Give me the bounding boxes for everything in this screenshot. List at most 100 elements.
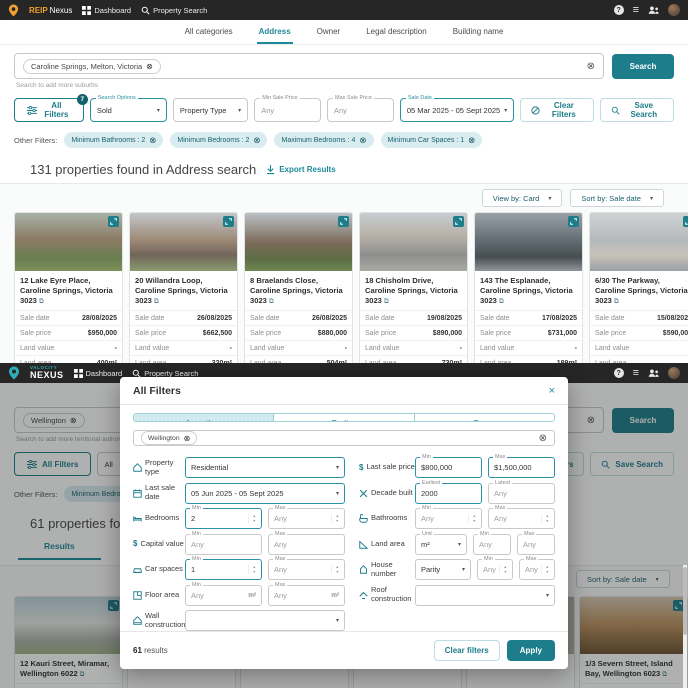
nav-property-search[interactable]: Property Search [141, 6, 207, 15]
expand-icon[interactable] [683, 216, 688, 227]
bedrooms-min-stepper[interactable]: Min 2 ▲▼ [185, 508, 262, 529]
stepper-arrows-icon[interactable]: ▲▼ [499, 565, 507, 574]
clear-search-icon[interactable]: ⊗ [587, 61, 595, 72]
expand-icon[interactable] [453, 216, 464, 227]
menu-icon[interactable]: ≡ [633, 5, 639, 16]
expand-icon[interactable] [108, 216, 119, 227]
search-options-select[interactable]: Search Options Sold ▾ [90, 98, 167, 122]
property-address[interactable]: 8 Braelands Close, Caroline Springs, Vic… [245, 271, 352, 310]
property-card[interactable]: 143 The Esplanade, Caroline Springs, Vic… [474, 212, 583, 363]
tab-location[interactable]: Location [134, 414, 273, 422]
expand-icon[interactable] [223, 216, 234, 227]
house-number-parity-select[interactable]: Parity ▾ [415, 559, 471, 580]
external-link-icon[interactable]: ⧉ [269, 298, 274, 305]
stepper-arrows-icon[interactable]: ▲▼ [468, 514, 476, 523]
vertical-scrollbar[interactable] [683, 565, 687, 688]
property-type-select[interactable]: Property Type ▾ [173, 98, 248, 122]
expand-icon[interactable] [568, 216, 579, 227]
land-area-max-input[interactable]: Max Any [517, 534, 555, 555]
remove-chip-icon[interactable]: ⊗ [468, 135, 475, 146]
external-link-icon[interactable]: ⧉ [614, 298, 619, 305]
user-avatar[interactable] [668, 4, 680, 16]
max-sale-price-input[interactable]: Max Sale Price Any [327, 98, 394, 122]
help-icon[interactable]: ? [614, 5, 624, 15]
roof-construction-select[interactable]: ▾ [415, 585, 555, 606]
expand-icon[interactable] [338, 216, 349, 227]
apply-button[interactable]: Apply [507, 640, 555, 661]
stepper-arrows-icon[interactable]: ▲▼ [331, 565, 339, 574]
help-icon[interactable]: ? [614, 368, 624, 378]
land-area-min-input[interactable]: Min Any [473, 534, 511, 555]
floor-area-max-input[interactable]: Max Any m² [268, 585, 345, 606]
external-link-icon[interactable]: ⧉ [154, 298, 159, 305]
close-icon[interactable]: × [549, 386, 555, 397]
bathrooms-min-stepper[interactable]: Min Any ▲▼ [415, 508, 482, 529]
nav-dashboard[interactable]: Dashboard [74, 369, 123, 378]
house-number-min-stepper[interactable]: Min Any ▲▼ [477, 559, 513, 580]
save-search-button[interactable]: Save Search [600, 98, 674, 122]
bedrooms-max-stepper[interactable]: Max Any ▲▼ [268, 508, 345, 529]
tab-legal-description[interactable]: Legal description [364, 27, 428, 44]
car-spaces-min-stepper[interactable]: Min 1 ▲▼ [185, 559, 262, 580]
stepper-arrows-icon[interactable]: ▲▼ [248, 514, 256, 523]
decade-built-earliest-input[interactable]: Earliest 2000 [415, 483, 482, 504]
sale-date-select[interactable]: Sale Date 05 Mar 2025 - 05 Sept 2025 ▾ [400, 98, 514, 122]
tab-all-categories[interactable]: All categories [183, 27, 235, 44]
wall-construction-select[interactable]: ▾ [185, 610, 345, 631]
filter-chip[interactable]: Minimum Car Spaces : 1 ⊗ [381, 132, 483, 148]
car-spaces-max-stepper[interactable]: Max Any ▲▼ [268, 559, 345, 580]
property-card[interactable]: 18 Chisholm Drive, Caroline Springs, Vic… [359, 212, 468, 363]
tab-zones[interactable]: Zones [414, 414, 554, 422]
location-chip[interactable]: Wellington ⊗ [141, 431, 197, 445]
external-link-icon[interactable]: ⧉ [384, 298, 389, 305]
last-sale-price-max-input[interactable]: Max $1,500,000 [488, 457, 555, 478]
tab-radius[interactable]: Radius [273, 414, 413, 422]
property-address[interactable]: 18 Chisholm Drive, Caroline Springs, Vic… [360, 271, 467, 310]
remove-chip-icon[interactable]: ⊗ [253, 135, 260, 146]
user-avatar[interactable] [668, 367, 680, 379]
property-address[interactable]: 6/30 The Parkway, Caroline Springs, Vict… [590, 271, 688, 310]
property-address[interactable]: 143 The Esplanade, Caroline Springs, Vic… [475, 271, 582, 310]
export-results-button[interactable]: Export Results [266, 165, 335, 175]
tab-owner[interactable]: Owner [315, 27, 343, 44]
house-number-max-stepper[interactable]: Max Any ▲▼ [519, 559, 555, 580]
filter-chip[interactable]: Minimum Bedrooms : 2 ⊗ [170, 132, 267, 148]
property-card[interactable]: 6/30 The Parkway, Caroline Springs, Vict… [589, 212, 688, 363]
suburb-chip[interactable]: Caroline Springs, Melton, Victoria ⊗ [23, 59, 161, 74]
people-icon[interactable] [648, 5, 659, 15]
view-by-button[interactable]: View by: Card ▾ [482, 189, 563, 207]
remove-suburb-icon[interactable]: ⊗ [146, 62, 153, 71]
stepper-arrows-icon[interactable]: ▲▼ [248, 565, 256, 574]
external-link-icon[interactable]: ⧉ [499, 298, 504, 305]
property-address[interactable]: 20 Willandra Loop, Caroline Springs, Vic… [130, 271, 237, 310]
stepper-arrows-icon[interactable]: ▲▼ [541, 565, 549, 574]
clear-filters-button[interactable]: Clear Filters [520, 98, 593, 122]
clear-location-icon[interactable]: ⊗ [539, 433, 547, 444]
remove-chip-icon[interactable]: ⊗ [184, 434, 191, 443]
remove-chip-icon[interactable]: ⊗ [149, 135, 156, 146]
scrollbar-thumb[interactable] [683, 567, 687, 635]
external-link-icon[interactable]: ⧉ [39, 298, 44, 305]
tab-address[interactable]: Address [257, 27, 293, 44]
bathrooms-max-stepper[interactable]: Max Any ▲▼ [488, 508, 555, 529]
property-card[interactable]: 8 Braelands Close, Caroline Springs, Vic… [244, 212, 353, 363]
location-input[interactable]: Wellington ⊗ ⊗ [133, 430, 555, 446]
filter-chip[interactable]: Maximum Bedrooms : 4 ⊗ [274, 132, 373, 148]
nav-dashboard[interactable]: Dashboard [82, 6, 131, 15]
people-icon[interactable] [648, 368, 659, 378]
capital-value-min-input[interactable]: Min Any [185, 534, 262, 555]
clear-filters-button[interactable]: Clear filters [434, 640, 500, 661]
property-address[interactable]: 12 Lake Eyre Place, Caroline Springs, Vi… [15, 271, 122, 310]
last-sale-date-select[interactable]: 05 Jun 2025 - 05 Sept 2025 ▾ [185, 483, 345, 504]
suburb-search-input[interactable]: Caroline Springs, Melton, Victoria ⊗ ⊗ [14, 53, 604, 79]
stepper-arrows-icon[interactable]: ▲▼ [331, 514, 339, 523]
property-card[interactable]: 20 Willandra Loop, Caroline Springs, Vic… [129, 212, 238, 363]
stepper-arrows-icon[interactable]: ▲▼ [541, 514, 549, 523]
min-sale-price-input[interactable]: Min Sale Price Any [254, 98, 321, 122]
decade-built-latest-input[interactable]: Latest Any [488, 483, 555, 504]
search-button[interactable]: Search [612, 54, 674, 79]
land-area-unit-select[interactable]: Unit m² ▾ [415, 534, 467, 555]
menu-icon[interactable]: ≡ [633, 368, 639, 379]
filter-chip[interactable]: Minimum Bathrooms : 2 ⊗ [64, 132, 163, 148]
last-sale-price-min-input[interactable]: Min $800,000 [415, 457, 482, 478]
